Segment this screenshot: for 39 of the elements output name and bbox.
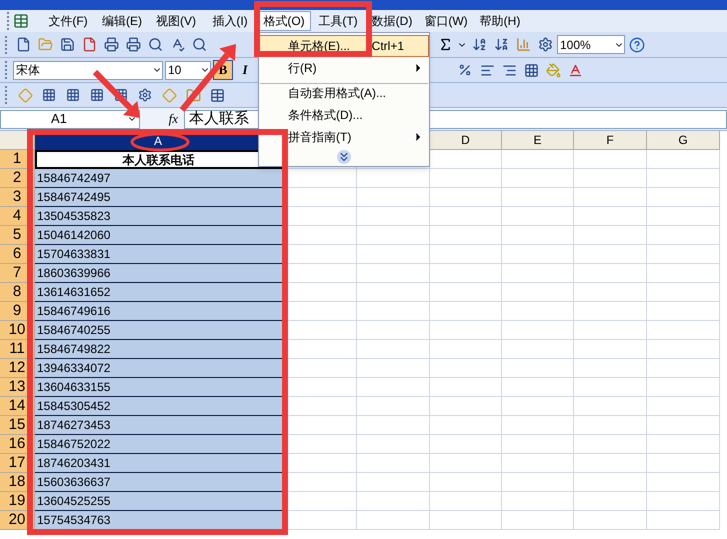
table-cell: 15846742497 [35, 169, 282, 188]
menu-item[interactable]: 帮助(H) [473, 11, 527, 31]
font-size-field[interactable]: 10 [165, 60, 211, 80]
menu-item[interactable]: 格式(O) [257, 11, 311, 31]
column-header[interactable]: F [574, 131, 647, 150]
menu-item[interactable]: 文件(F) [41, 11, 95, 31]
table-cell: 13604633155 [35, 378, 282, 397]
table-cell: 15603636637 [35, 473, 282, 492]
column-header[interactable]: E [502, 131, 574, 150]
italic-button[interactable]: I [235, 60, 255, 80]
menu-item[interactable]: 行(R) [259, 57, 429, 79]
menu-item[interactable]: 插入(I) [203, 11, 257, 31]
table-cell: 15845305452 [35, 397, 282, 416]
zoom-field[interactable]: 100% [557, 35, 625, 54]
table-cell: 13504535823 [35, 207, 282, 226]
column-header[interactable]: D [430, 131, 502, 150]
table-cell: 15846742495 [35, 188, 282, 207]
column-header[interactable]: G [647, 131, 720, 150]
function-label[interactable]: fx [142, 109, 182, 129]
table-cell: 13614631652 [35, 283, 282, 302]
table-cell: 15846749616 [35, 302, 282, 321]
name-box[interactable]: A1 [0, 110, 140, 128]
font-field[interactable]: 宋体 [13, 60, 163, 80]
table-cell: 13604525255 [35, 492, 282, 511]
table-cell: 18746273453 [35, 416, 282, 435]
table-cell: 15704633831 [35, 245, 282, 264]
menu-item[interactable]: 编辑(E) [95, 11, 149, 31]
menu-item[interactable]: 窗口(W) [419, 11, 473, 31]
table-cell: 15846752022 [35, 435, 282, 454]
menu-item[interactable]: 视图(V) [149, 11, 203, 31]
table-cell: 15846740255 [35, 321, 282, 340]
table-cell: 15046142060 [35, 226, 282, 245]
table-cell: 15846749822 [35, 340, 282, 359]
menu-item[interactable]: 数据(D) [365, 11, 419, 31]
table-cell: 13946334072 [35, 359, 282, 378]
table-cell: 18603639966 [35, 264, 282, 283]
table-cell: 15754534763 [35, 511, 282, 530]
menu-item[interactable]: 工具(T) [311, 11, 365, 31]
table-cell: 18746203431 [35, 454, 282, 473]
